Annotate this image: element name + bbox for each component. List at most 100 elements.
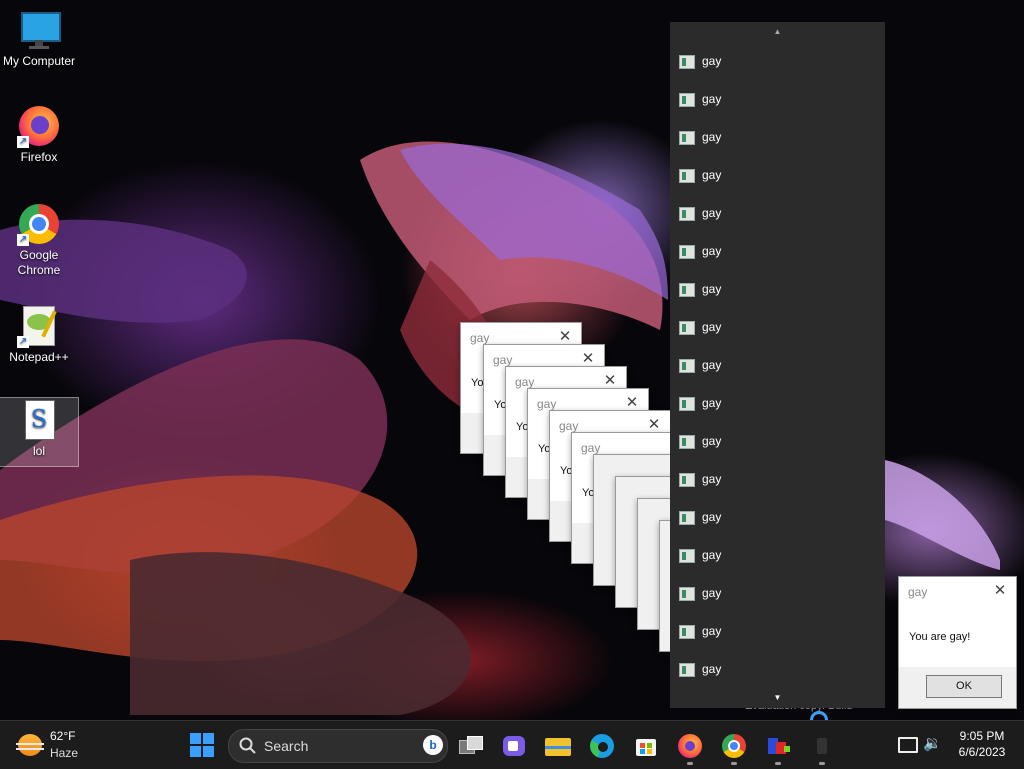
overflow-list-item-label: gay: [702, 168, 722, 182]
search-placeholder: Search: [264, 738, 309, 754]
overflow-list-item[interactable]: gay: [670, 118, 885, 156]
message-box-title: gay: [515, 375, 535, 389]
script-file-icon: S: [17, 398, 61, 442]
haze-lines-icon: [16, 743, 44, 745]
teams-chat-button[interactable]: [496, 728, 532, 762]
edge-button[interactable]: [584, 728, 620, 762]
desktop-icon-firefox[interactable]: ↗ Firefox: [0, 104, 78, 174]
desktop-background: My Computer ↗ Firefox ↗ Google Chrome ↗ …: [0, 0, 1024, 720]
overflow-list-item-label: gay: [702, 548, 722, 562]
overflow-list-item-label: gay: [702, 662, 722, 676]
weather-widget[interactable]: 62°F Haze: [14, 727, 104, 763]
script-window-icon: [679, 283, 695, 297]
network-icon[interactable]: [898, 737, 918, 753]
task-view-icon-front: [467, 736, 483, 750]
script-window-icon: [679, 245, 695, 259]
scroll-up-arrow-icon[interactable]: ▲: [670, 22, 885, 42]
bing-icon[interactable]: b: [423, 735, 443, 755]
firefox-icon: ↗: [17, 104, 61, 148]
script-window-icon: [679, 549, 695, 563]
overflow-list-panel: ▲ gay gay gay gay gay gay gay gay gay gay gay gay ga…: [670, 22, 885, 708]
overflow-list-item[interactable]: gay: [670, 80, 885, 118]
overflow-list-item-label: gay: [702, 434, 722, 448]
overflow-list-item-label: gay: [702, 282, 722, 296]
folder-icon-stripe: [545, 746, 571, 749]
message-box-text: You are gay!: [909, 631, 971, 643]
overflow-list-item-label: gay: [702, 54, 722, 68]
chrome-taskbar-button[interactable]: [716, 728, 752, 765]
overflow-list-item[interactable]: gay: [670, 346, 885, 384]
application-taskbar-button[interactable]: [760, 728, 796, 765]
script-window-icon: [679, 131, 695, 145]
taskbar: 62°F Haze Search b 🔉 9:05 PM 6/6/2023: [0, 720, 1024, 769]
script-window-icon: [679, 397, 695, 411]
overflow-list-item-label: gay: [702, 396, 722, 410]
desktop-icon-label: Notepad++: [9, 350, 69, 364]
desktop-icon-google-chrome[interactable]: ↗ Google Chrome: [0, 202, 78, 286]
message-box-title: gay: [493, 353, 513, 367]
desktop-icon-lol[interactable]: S lol: [0, 397, 79, 467]
desktop-icon-my-computer[interactable]: My Computer: [0, 8, 78, 78]
clock[interactable]: 9:05 PM 6/6/2023: [948, 728, 1016, 760]
windows-logo-icon: [190, 733, 214, 757]
script-window-icon: [679, 359, 695, 373]
script-window-icon: [679, 587, 695, 601]
overflow-list-item[interactable]: gay: [670, 156, 885, 194]
script-host-icon: [817, 738, 827, 754]
overflow-list: gay gay gay gay gay gay gay gay gay gay gay gay gay g…: [670, 42, 885, 688]
overflow-list-item[interactable]: gay: [670, 422, 885, 460]
running-indicator: [687, 762, 693, 765]
message-box-title: gay: [537, 397, 557, 411]
overflow-list-item[interactable]: gay: [670, 536, 885, 574]
overflow-list-item[interactable]: gay: [670, 612, 885, 650]
start-button[interactable]: [184, 728, 220, 762]
overflow-list-item[interactable]: gay: [670, 650, 885, 688]
message-box-title: gay: [581, 441, 601, 455]
overflow-list-item[interactable]: gay: [670, 460, 885, 498]
camera-chat-lens: [508, 741, 518, 751]
ok-button[interactable]: OK: [926, 675, 1002, 698]
script-window-icon: [679, 169, 695, 183]
overflow-list-item-label: gay: [702, 358, 722, 372]
overflow-list-item[interactable]: gay: [670, 270, 885, 308]
file-explorer-button[interactable]: [540, 728, 576, 762]
taskbar-search-box[interactable]: Search b: [228, 729, 448, 763]
running-indicator: [819, 762, 825, 765]
overflow-list-item[interactable]: gay: [670, 384, 885, 422]
overflow-list-item-label: gay: [702, 510, 722, 524]
message-box-titlebar[interactable]: gay ✕: [899, 577, 1016, 607]
close-icon[interactable]: ✕: [990, 581, 1010, 601]
microsoft-store-button[interactable]: [628, 728, 664, 762]
clock-time: 9:05 PM: [959, 729, 1005, 743]
running-indicator: [775, 762, 781, 765]
message-box-title: gay: [559, 419, 579, 433]
overflow-list-item[interactable]: gay: [670, 42, 885, 80]
weather-temperature: 62°F: [50, 729, 76, 743]
haze-weather-icon: [18, 734, 42, 756]
clock-date: 6/6/2023: [958, 745, 1006, 759]
overflow-list-item[interactable]: gay: [670, 232, 885, 270]
overflow-list-item-label: gay: [702, 92, 722, 106]
chrome-icon: ↗: [17, 202, 61, 246]
script-window-icon: [679, 625, 695, 639]
overflow-list-item-label: gay: [702, 624, 722, 638]
colorful-app-icon-green: [784, 746, 790, 752]
shortcut-arrow-icon: ↗: [17, 234, 29, 246]
desktop-icon-notepadplusplus[interactable]: ↗ Notepad++: [0, 304, 78, 370]
script-window-icon: [679, 207, 695, 221]
firefox-taskbar-button[interactable]: [672, 728, 708, 765]
overflow-list-item[interactable]: gay: [670, 574, 885, 612]
desktop-icon-label: My Computer: [2, 54, 76, 68]
overflow-list-item[interactable]: gay: [670, 498, 885, 536]
script-window-icon: [679, 93, 695, 107]
task-view-button[interactable]: [453, 728, 489, 762]
volume-icon[interactable]: 🔉: [923, 735, 942, 753]
overflow-list-item[interactable]: gay: [670, 308, 885, 346]
overflow-list-item[interactable]: gay: [670, 194, 885, 232]
message-box-right: gay ✕ You are gay! OK: [898, 576, 1017, 709]
script-window-icon: [679, 321, 695, 335]
script-host-taskbar-button[interactable]: [804, 728, 840, 765]
script-window-icon: [679, 511, 695, 525]
chrome-icon-center: [730, 742, 738, 750]
scroll-down-arrow-icon[interactable]: ▼: [670, 688, 885, 708]
